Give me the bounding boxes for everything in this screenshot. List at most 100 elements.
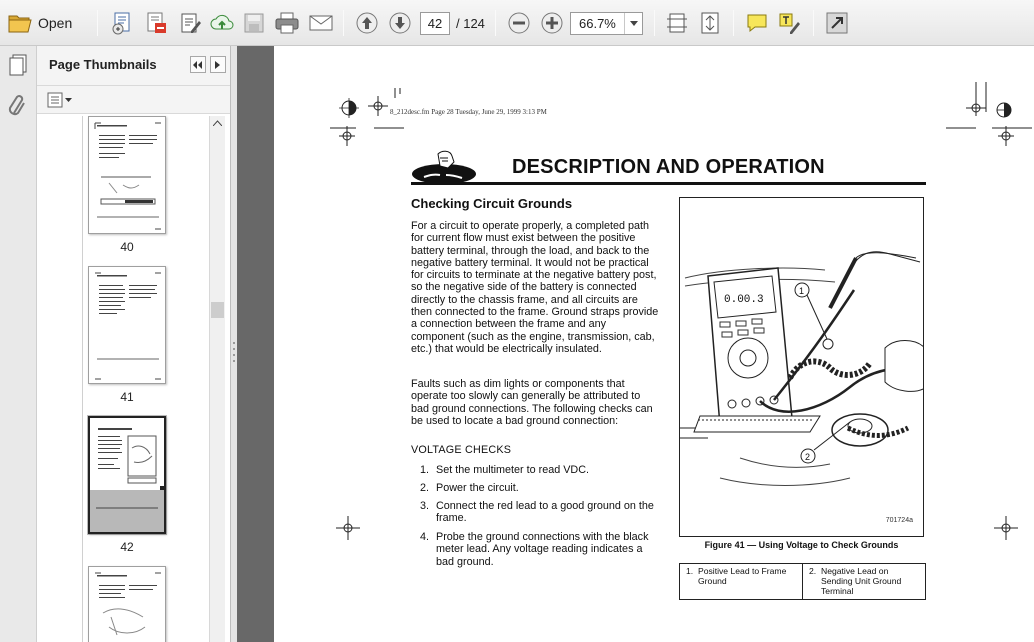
fit-page-button[interactable] (697, 9, 723, 37)
paragraph-2: Faults such as dim lights or components … (411, 378, 653, 427)
scrollbar-thumb[interactable] (211, 302, 224, 318)
fit-width-button[interactable] (664, 9, 690, 37)
edit-pdf-icon (147, 12, 166, 33)
create-pdf-button[interactable] (108, 9, 136, 37)
expand-button[interactable] (823, 9, 851, 37)
highlight-text-button[interactable] (776, 9, 804, 37)
chevron-right-icon (215, 60, 220, 69)
toolbar-separator (813, 10, 814, 36)
zoom-out-icon (508, 12, 530, 34)
edit-pdf-button[interactable] (142, 9, 170, 37)
figure-caption: Figure 41 — Using Voltage to Check Groun… (704, 540, 899, 550)
crop-mark-bottom-left (336, 516, 360, 540)
list-text: Probe the ground connections with the bl… (436, 531, 649, 568)
upload-icon (210, 14, 234, 30)
list-number: 2. (420, 482, 430, 494)
legend-cell: 2. Negative Lead on Sending Unit Ground … (803, 564, 925, 599)
thumbnail-page-40[interactable] (88, 116, 166, 234)
document-page: 8_212desc.fm Page 28 Tuesday, June 29, 1… (274, 46, 1034, 642)
list-text: Connect the red lead to a good ground on… (436, 500, 654, 525)
scroll-up-icon[interactable] (213, 120, 222, 126)
toolbar-separator (654, 10, 655, 36)
page-header-line: 8_212desc.fm Page 28 Tuesday, June 29, 1… (390, 108, 547, 116)
previous-page-button[interactable] (353, 9, 381, 37)
figure-code: 701724a (885, 517, 913, 524)
double-chevron-left-icon (193, 60, 202, 69)
thumbnails-header: Page Thumbnails (37, 46, 230, 86)
next-panel-button[interactable] (210, 56, 226, 73)
list-text: Set the multimeter to read VDC. (436, 464, 590, 476)
open-label: Open (38, 15, 73, 31)
pdf-viewer-window: Open 42 / 124 66.7% Page Thumbnails 40 4… (0, 0, 1034, 642)
toolbar-separator (495, 10, 496, 36)
open-button[interactable]: Open (8, 9, 80, 37)
zoom-out-button[interactable] (505, 9, 533, 37)
sign-icon (181, 13, 201, 33)
paragraph-1: For a circuit to operate properly, a com… (411, 220, 659, 355)
navigation-rail (0, 46, 37, 642)
toolbar-separator (343, 10, 344, 36)
meter-display: 0.00.3 (724, 294, 764, 306)
email-button[interactable] (306, 9, 336, 37)
thumbnail-label: 42 (120, 540, 134, 554)
previous-page-icon (356, 12, 378, 34)
save-icon (244, 13, 264, 33)
callout-2: 2 (805, 452, 810, 462)
page-thumbnails-icon (9, 54, 27, 76)
thumbnails-options (37, 86, 230, 114)
document-gutter (237, 46, 274, 642)
upload-button[interactable] (208, 9, 236, 37)
comment-icon (747, 14, 767, 33)
page-thumbnails-panel: Page Thumbnails 40 41 42 (37, 46, 231, 642)
chevron-down-icon[interactable] (624, 13, 642, 34)
thumbnail-page-41[interactable] (88, 266, 166, 384)
section-title: Checking Circuit Grounds (411, 196, 573, 211)
zoom-in-button[interactable] (538, 9, 566, 37)
main-toolbar: Open 42 / 124 66.7% (0, 0, 1034, 46)
email-icon (309, 15, 333, 31)
zoom-select[interactable]: 66.7% (570, 12, 643, 35)
thumbnail-page-42-selected[interactable] (88, 416, 166, 534)
figure-illustration: 0.00.3 1 2 701724a (679, 197, 924, 537)
crop-marks-top-right (946, 82, 1032, 146)
highlight-text-icon (779, 13, 800, 34)
comment-button[interactable] (743, 9, 771, 37)
toolbar-separator (733, 10, 734, 36)
sub-heading: VOLTAGE CHECKS (411, 444, 512, 456)
sign-button[interactable] (176, 9, 204, 37)
crop-marks-top-left (330, 88, 404, 146)
document-title: DESCRIPTION AND OPERATION (512, 156, 825, 178)
next-page-icon (389, 12, 411, 34)
save-button[interactable] (240, 9, 268, 37)
title-rule (411, 182, 926, 185)
paperclip-icon (8, 95, 25, 116)
thumbnail-options-button[interactable] (47, 91, 77, 109)
create-pdf-icon (112, 12, 130, 35)
legend-number: 1. (686, 566, 694, 576)
list-number: 1. (420, 464, 430, 476)
crop-mark-bottom-right (994, 516, 1018, 540)
thumbnail-page-43[interactable] (88, 566, 166, 642)
list-text: Power the circuit. (436, 482, 519, 494)
list-number: 4. (420, 531, 430, 543)
list-number: 3. (420, 500, 430, 512)
page-number-input[interactable]: 42 (420, 12, 450, 35)
collapse-panel-button[interactable] (190, 56, 206, 73)
toolbar-separator (97, 10, 98, 36)
thumbnail-scrollbar[interactable] (209, 116, 225, 642)
multimeter-illustration: 0.00.3 1 2 (680, 251, 923, 486)
thumbnail-label: 40 (120, 240, 134, 254)
fit-page-icon (701, 12, 719, 34)
fit-width-icon (667, 13, 687, 33)
page-total-label: / 124 (456, 16, 485, 31)
print-button[interactable] (272, 9, 302, 37)
next-page-button[interactable] (386, 9, 414, 37)
attachments-tab[interactable] (6, 92, 30, 120)
zoom-value: 66.7% (579, 16, 616, 31)
panel-title: Page Thumbnails (49, 57, 157, 72)
page-thumbnails-tab[interactable] (6, 51, 30, 79)
open-folder-icon (8, 15, 32, 33)
figure-legend-table: 1. Positive Lead to Frame Ground 2. Nega… (679, 563, 926, 600)
callout-1: 1 (799, 286, 804, 296)
legend-number: 2. (809, 566, 817, 576)
